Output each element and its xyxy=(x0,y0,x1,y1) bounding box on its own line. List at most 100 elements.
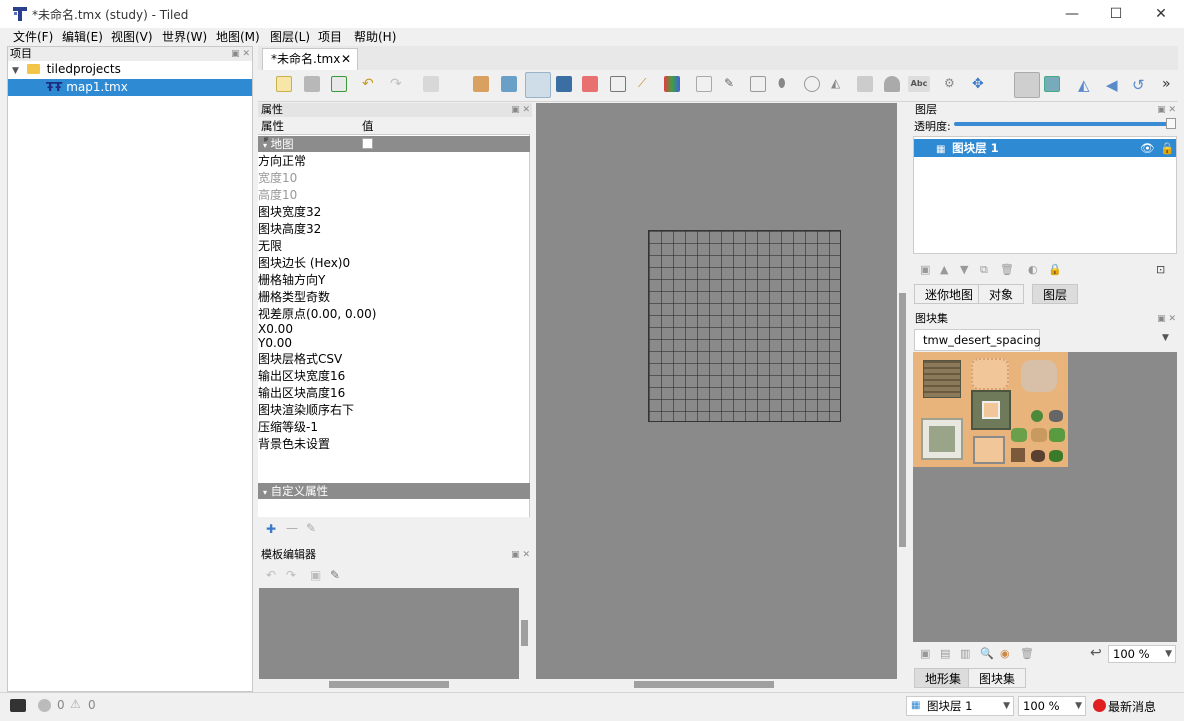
select-same-tile-icon[interactable] xyxy=(664,76,680,92)
scroll-thumb[interactable] xyxy=(634,681,774,688)
select-objects-icon[interactable] xyxy=(696,76,712,92)
wangset-mode-icon[interactable] xyxy=(1044,76,1060,92)
infinite-checkbox[interactable] xyxy=(362,138,373,149)
property-row[interactable]: 方向正常 xyxy=(258,152,529,169)
chevron-down-icon[interactable]: ▼ xyxy=(1165,646,1172,662)
tab-tileset[interactable]: tmw_desert_spacing xyxy=(914,329,1041,351)
redo-icon[interactable]: ↷ xyxy=(390,76,406,92)
shape-fill-icon[interactable] xyxy=(556,76,572,92)
insert-text-icon[interactable]: Abc xyxy=(908,76,930,92)
rename-property-icon[interactable]: ✎ xyxy=(306,521,316,535)
redo-icon[interactable]: ↷ xyxy=(286,568,296,582)
undo-icon[interactable]: ↶ xyxy=(362,76,378,92)
property-value[interactable]: 10 xyxy=(282,188,297,202)
new-tileset-icon[interactable]: ▣ xyxy=(920,647,930,660)
rotate-icon[interactable]: ↺ xyxy=(1132,76,1148,94)
error-icon[interactable] xyxy=(38,699,51,712)
insert-template-icon[interactable] xyxy=(884,76,900,92)
menu-edit[interactable]: 编辑(E) xyxy=(62,28,103,46)
tab-minimap[interactable]: 迷你地图 xyxy=(914,284,985,304)
delete-layer-icon[interactable]: 🗑 xyxy=(1000,263,1014,276)
panel-float-close-icons[interactable]: ▣ ✕ xyxy=(1157,103,1176,117)
property-row[interactable]: 栅格类型奇数 xyxy=(258,288,529,305)
menu-help[interactable]: 帮助(H) xyxy=(354,28,396,46)
news-button[interactable]: 最新消息 xyxy=(1108,698,1156,715)
layer-select[interactable]: ▦ 图块层 1 ▼ xyxy=(906,696,1014,716)
tab-close-icon[interactable]: ✕ xyxy=(341,49,351,69)
delete-tileset-icon[interactable]: 🗑 xyxy=(1020,647,1034,660)
visibility-eye-icon[interactable]: 👁 xyxy=(1140,139,1155,157)
insert-point-icon[interactable]: ⬮ xyxy=(778,76,794,92)
canvas-hscroll[interactable] xyxy=(536,679,908,691)
property-row[interactable]: 图块层格式CSV xyxy=(258,350,529,367)
property-row[interactable]: 图块边长 (Hex)0 xyxy=(258,254,529,271)
bush-tile[interactable] xyxy=(1011,428,1027,442)
tab-terrain-sets[interactable]: 地形集 xyxy=(914,668,973,688)
cactus-tile[interactable] xyxy=(1031,410,1043,422)
frame-tile[interactable] xyxy=(973,436,1005,464)
property-value[interactable]: 16 xyxy=(330,369,345,383)
opacity-slider[interactable] xyxy=(954,122,1170,126)
panel-float-close-icons[interactable]: ▣ ✕ xyxy=(1157,312,1176,326)
property-row[interactable]: 图块宽度32 xyxy=(258,203,529,220)
menu-layer[interactable]: 图层(L) xyxy=(270,28,310,46)
rect-select-icon[interactable] xyxy=(610,76,626,92)
bucket-fill-icon[interactable] xyxy=(525,72,551,98)
undo-icon[interactable]: ↶ xyxy=(266,568,276,582)
new-file-icon[interactable] xyxy=(276,76,292,92)
save-icon[interactable] xyxy=(331,76,347,92)
gravel-tile[interactable] xyxy=(1021,360,1057,392)
lower-layer-icon[interactable]: ▼ xyxy=(960,263,968,276)
property-value[interactable]: 0 xyxy=(342,256,350,270)
group-custom-properties[interactable]: ▾ 自定义属性 xyxy=(258,483,530,499)
property-row[interactable]: 栅格轴方向Y xyxy=(258,271,529,288)
tab-tilesets[interactable]: 图块集 xyxy=(968,668,1027,688)
raise-layer-icon[interactable]: ▲ xyxy=(940,263,948,276)
embed-tileset-icon[interactable]: ▤ xyxy=(940,647,950,660)
tab-layers[interactable]: 图层 xyxy=(1032,284,1079,304)
stamp-menu-icon[interactable] xyxy=(423,76,439,92)
tile-map-grid[interactable] xyxy=(648,230,841,422)
add-property-icon[interactable]: ✚ xyxy=(266,522,276,536)
scroll-thumb[interactable] xyxy=(899,293,906,547)
remove-property-icon[interactable]: — xyxy=(286,521,298,535)
console-icon[interactable] xyxy=(10,699,26,712)
menu-view[interactable]: 视图(V) xyxy=(111,28,153,46)
menu-world[interactable]: 世界(W) xyxy=(162,28,207,46)
flip-vertical-icon[interactable]: ◀ xyxy=(1106,76,1122,94)
property-value[interactable]: 奇数 xyxy=(306,290,330,304)
property-row[interactable]: 高度10 xyxy=(258,186,529,203)
minimize-button[interactable]: — xyxy=(1049,0,1095,28)
menu-map[interactable]: 地图(M) xyxy=(216,28,260,46)
property-row[interactable]: 图块高度32 xyxy=(258,220,529,237)
chevron-down-icon[interactable]: ▼ xyxy=(1075,697,1082,715)
dynamic-wrapping-icon[interactable]: ◉ xyxy=(1000,647,1010,660)
scroll-thumb[interactable] xyxy=(521,620,528,646)
tileset-zoom-select[interactable]: 100 % ▼ xyxy=(1108,645,1176,663)
brick-tile[interactable] xyxy=(923,360,961,398)
toggle-others-icon[interactable]: ◐ xyxy=(1028,263,1038,276)
scroll-thumb[interactable] xyxy=(329,681,449,688)
property-value[interactable]: -1 xyxy=(306,420,318,434)
property-row[interactable]: X0.00 xyxy=(258,322,529,336)
property-row[interactable]: 图块渲染顺序右下 xyxy=(258,401,529,418)
group-map[interactable]: ▾ 地图 xyxy=(258,136,530,152)
world-tool-icon[interactable]: ⚙ xyxy=(944,76,960,92)
export-tileset-icon[interactable]: ▥ xyxy=(960,647,970,660)
expand-arrow-icon[interactable]: ▼ xyxy=(12,66,19,76)
news-alert-icon[interactable] xyxy=(1093,699,1106,712)
duplicate-layer-icon[interactable]: ⧉ xyxy=(980,263,988,277)
property-value[interactable]: 0.00 xyxy=(266,322,293,336)
property-row[interactable]: 视差原点(0.00, 0.00) ▾ xyxy=(258,135,529,322)
grass-patch-tile[interactable] xyxy=(921,418,963,460)
magic-wand-icon[interactable]: ⟋ xyxy=(638,76,654,92)
shrub-tile[interactable] xyxy=(1049,428,1065,442)
property-value[interactable]: (0.00, 0.00) xyxy=(306,307,376,321)
signpost-tile[interactable] xyxy=(1011,448,1025,462)
property-value[interactable]: 未设置 xyxy=(294,437,330,451)
property-value[interactable]: 10 xyxy=(282,171,297,185)
wrap-return-icon[interactable]: ↩ xyxy=(1090,645,1102,661)
select-objects-icon[interactable]: ▣ xyxy=(310,568,321,582)
tileset-image[interactable] xyxy=(913,352,1068,467)
close-window-button[interactable]: ✕ xyxy=(1138,0,1184,28)
